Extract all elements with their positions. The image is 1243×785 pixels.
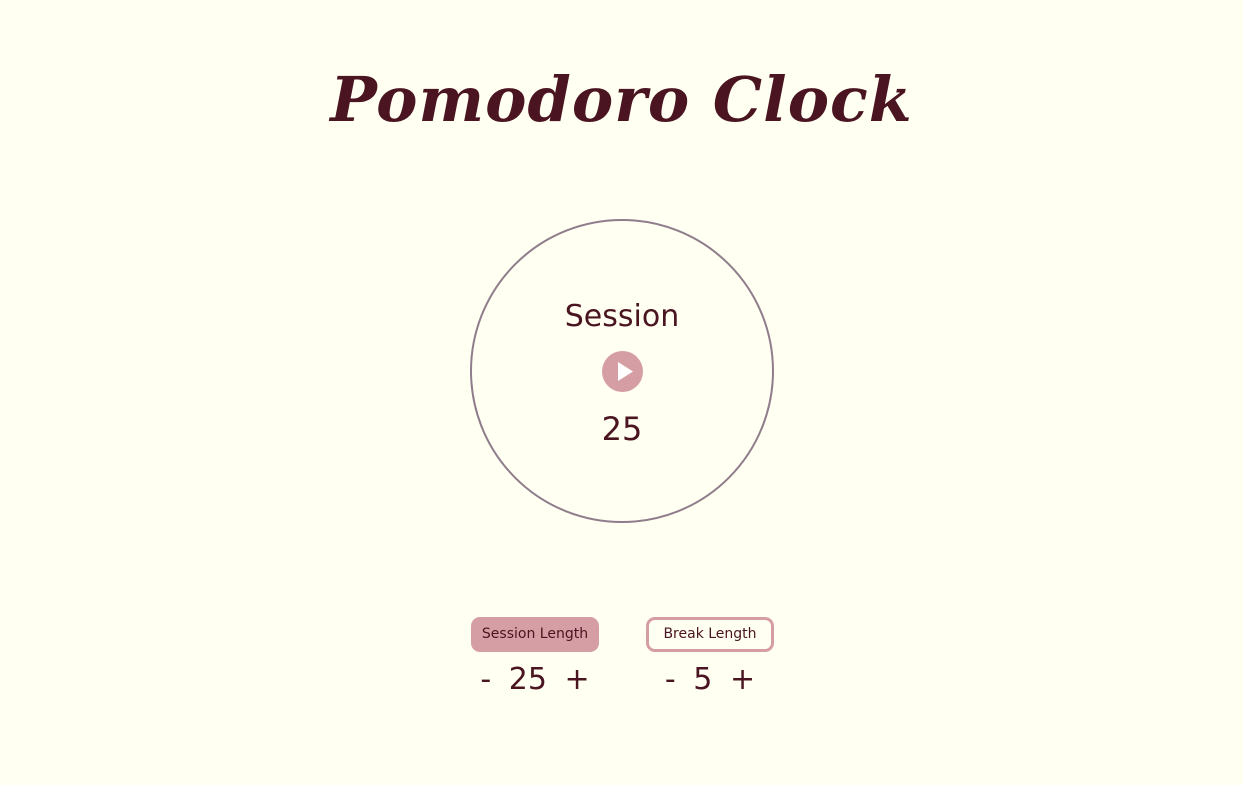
break-decrement-button[interactable]: - [661,660,680,700]
session-length-value: 25 [508,662,547,697]
session-length-button[interactable]: Session Length [471,617,599,652]
session-increment-button[interactable]: + [560,660,593,700]
break-length-control: Break Length - 5 + [646,617,774,700]
session-decrement-button[interactable]: - [476,660,495,700]
play-button[interactable] [602,351,643,392]
break-length-stepper: - 5 + [646,660,774,700]
mode-label: Session [564,299,680,334]
break-increment-button[interactable]: + [726,660,759,700]
session-length-control: Session Length - 25 + [471,617,599,700]
time-display: 25 [601,410,643,448]
play-icon [618,362,633,381]
break-length-value: 5 [693,662,713,697]
timer-clock[interactable]: Session 25 [470,219,774,523]
break-length-button[interactable]: Break Length [646,617,774,652]
session-length-stepper: - 25 + [471,660,599,700]
page-title: Pomodoro Clock [330,63,913,136]
